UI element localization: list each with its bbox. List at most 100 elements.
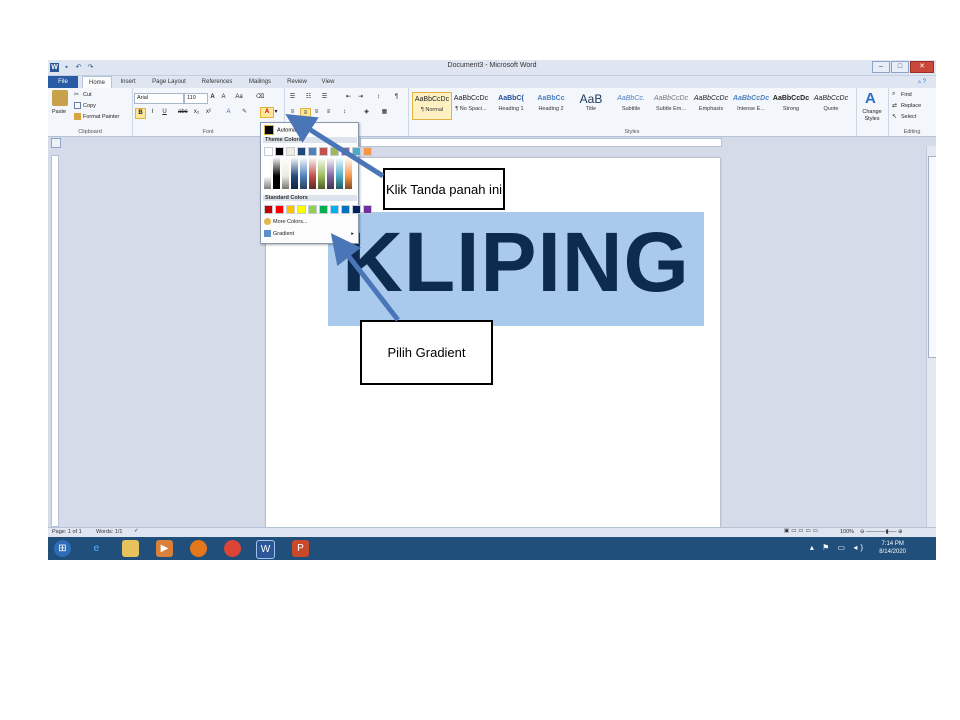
italic-button[interactable]: I — [148, 108, 157, 117]
style-strong[interactable]: AaBbCcDc Strong — [772, 92, 810, 118]
format-painter-button[interactable]: Format Painter — [74, 113, 119, 120]
word-taskbar-icon[interactable]: W — [256, 540, 275, 559]
sort-button[interactable]: ↕ — [374, 93, 383, 102]
bullets-button[interactable]: ☰ — [288, 93, 297, 102]
zoom-level[interactable]: 100% — [840, 529, 854, 535]
page-count[interactable]: Page: 1 of 1 — [52, 529, 82, 535]
subscript-button[interactable]: x₂ — [192, 108, 201, 117]
theme-shade-column[interactable] — [264, 157, 271, 189]
paste-button[interactable]: Paste — [52, 109, 66, 115]
close-button[interactable]: ✕ — [910, 61, 934, 73]
style-heading-2[interactable]: AaBbCc Heading 2 — [532, 92, 570, 118]
style-intense-emphasis[interactable]: AaBbCcDc Intense E... — [732, 92, 770, 118]
style-quote[interactable]: AaBbCcDc Quote — [812, 92, 850, 118]
view-buttons[interactable]: ▣▭▭▭▭ — [784, 528, 820, 534]
minimize-button[interactable]: – — [872, 61, 890, 73]
firefox-icon[interactable] — [190, 540, 207, 557]
theme-color-swatch[interactable] — [297, 147, 306, 156]
word-count[interactable]: Words: 1/1 — [96, 529, 123, 535]
standard-color-swatch[interactable] — [341, 205, 350, 214]
theme-color-swatch[interactable] — [363, 147, 372, 156]
standard-color-swatch[interactable] — [319, 205, 328, 214]
theme-color-swatch[interactable] — [264, 147, 273, 156]
decrease-indent-button[interactable]: ⇤ — [344, 93, 353, 102]
font-color-button[interactable]: A — [260, 107, 274, 118]
theme-shade-column[interactable] — [300, 157, 307, 189]
theme-color-swatch[interactable] — [286, 147, 295, 156]
style-normal[interactable]: AaBbCcDc ¶ Normal — [412, 92, 452, 120]
standard-color-swatch[interactable] — [275, 205, 284, 214]
style-emphasis[interactable]: AaBbCcDc Emphasis — [692, 92, 730, 118]
superscript-button[interactable]: x² — [204, 108, 213, 117]
standard-color-swatch[interactable] — [308, 205, 317, 214]
tab-review[interactable]: Review — [282, 76, 312, 88]
automatic-color-option[interactable]: Automatic — [264, 125, 301, 135]
proofing-icon[interactable]: ✓ — [134, 528, 139, 534]
more-colors-option[interactable]: More Colors... — [264, 217, 308, 227]
vertical-scrollbar[interactable] — [926, 146, 936, 528]
show-marks-button[interactable]: ¶ — [392, 93, 401, 102]
font-color-dropdown-arrow[interactable]: ▾ — [273, 108, 279, 117]
theme-shade-column[interactable] — [291, 157, 298, 189]
powerpoint-icon[interactable]: P — [292, 540, 309, 557]
theme-shade-column[interactable] — [345, 157, 352, 189]
theme-color-swatch[interactable] — [319, 147, 328, 156]
standard-color-swatch[interactable] — [352, 205, 361, 214]
highlight-button[interactable]: ✎ — [240, 108, 249, 117]
chrome-icon[interactable] — [224, 540, 241, 557]
text-effects-button[interactable]: A — [224, 108, 233, 117]
zoom-slider[interactable]: ⊖ ─────▮── ⊕ — [860, 529, 903, 535]
copy-button[interactable]: Copy — [74, 102, 96, 109]
scroll-thumb[interactable] — [928, 156, 936, 358]
media-player-icon[interactable]: ▶ — [156, 540, 173, 557]
tab-mailings[interactable]: Mailings — [242, 76, 278, 88]
increase-indent-button[interactable]: ⇥ — [356, 93, 365, 102]
line-spacing-button[interactable]: ↕ — [340, 108, 349, 117]
style-subtle-emphasis[interactable]: AaBbCcDc Subtle Em... — [652, 92, 690, 118]
standard-color-swatch[interactable] — [330, 205, 339, 214]
standard-color-swatch[interactable] — [297, 205, 306, 214]
help-icon[interactable]: ▵ ? — [912, 76, 932, 88]
theme-color-swatch[interactable] — [330, 147, 339, 156]
align-center-button[interactable]: ≡ — [300, 108, 311, 119]
justify-button[interactable]: ≡ — [324, 108, 333, 117]
style-heading-1[interactable]: AaBbC(Heading 1 — [492, 92, 530, 118]
font-size-select[interactable]: 110 — [184, 93, 208, 104]
paste-icon[interactable] — [52, 90, 68, 106]
shading-button[interactable]: ◈ — [362, 108, 371, 117]
change-case-button[interactable]: Aa — [232, 93, 246, 102]
theme-shade-column[interactable] — [282, 157, 289, 189]
shrink-font-button[interactable]: A — [219, 93, 228, 102]
clock[interactable]: 7:14 PM 8/14/2020 — [879, 540, 906, 556]
font-name-select[interactable]: Arial — [134, 93, 184, 104]
theme-color-swatch[interactable] — [275, 147, 284, 156]
kliping-heading[interactable]: KLIPING — [328, 212, 704, 326]
standard-color-swatch[interactable] — [363, 205, 372, 214]
tab-selector[interactable] — [51, 138, 61, 148]
style-no-spacing[interactable]: AaBbCcDc ¶ No Spaci... — [452, 92, 490, 118]
standard-color-swatch[interactable] — [286, 205, 295, 214]
theme-shade-column[interactable] — [309, 157, 316, 189]
bold-button[interactable]: B — [135, 108, 146, 119]
theme-shade-column[interactable] — [273, 157, 280, 189]
system-tray[interactable]: ▴ ⚑ ▭ ◂) — [810, 543, 866, 552]
theme-shade-column[interactable] — [336, 157, 343, 189]
start-button[interactable]: ⊞ — [54, 540, 71, 557]
multilevel-list-button[interactable]: ☰ — [320, 93, 329, 102]
strikethrough-button[interactable]: abc — [178, 108, 188, 117]
style-title[interactable]: AaB Title — [572, 92, 610, 118]
tab-page-layout[interactable]: Page Layout — [146, 76, 192, 88]
theme-color-swatch[interactable] — [308, 147, 317, 156]
theme-shade-column[interactable] — [318, 157, 325, 189]
select-button[interactable]: ↖ Select — [892, 113, 916, 120]
change-styles-button[interactable]: Change Styles — [859, 109, 885, 123]
align-left-button[interactable]: ≡ — [288, 108, 297, 117]
tab-file[interactable]: File — [48, 76, 78, 88]
vertical-ruler[interactable] — [51, 155, 59, 527]
tab-insert[interactable]: Insert — [114, 76, 142, 88]
standard-color-swatch[interactable] — [264, 205, 273, 214]
tab-view[interactable]: View — [316, 76, 340, 88]
theme-color-swatch[interactable] — [352, 147, 361, 156]
file-explorer-icon[interactable] — [122, 540, 139, 557]
theme-shade-column[interactable] — [327, 157, 334, 189]
